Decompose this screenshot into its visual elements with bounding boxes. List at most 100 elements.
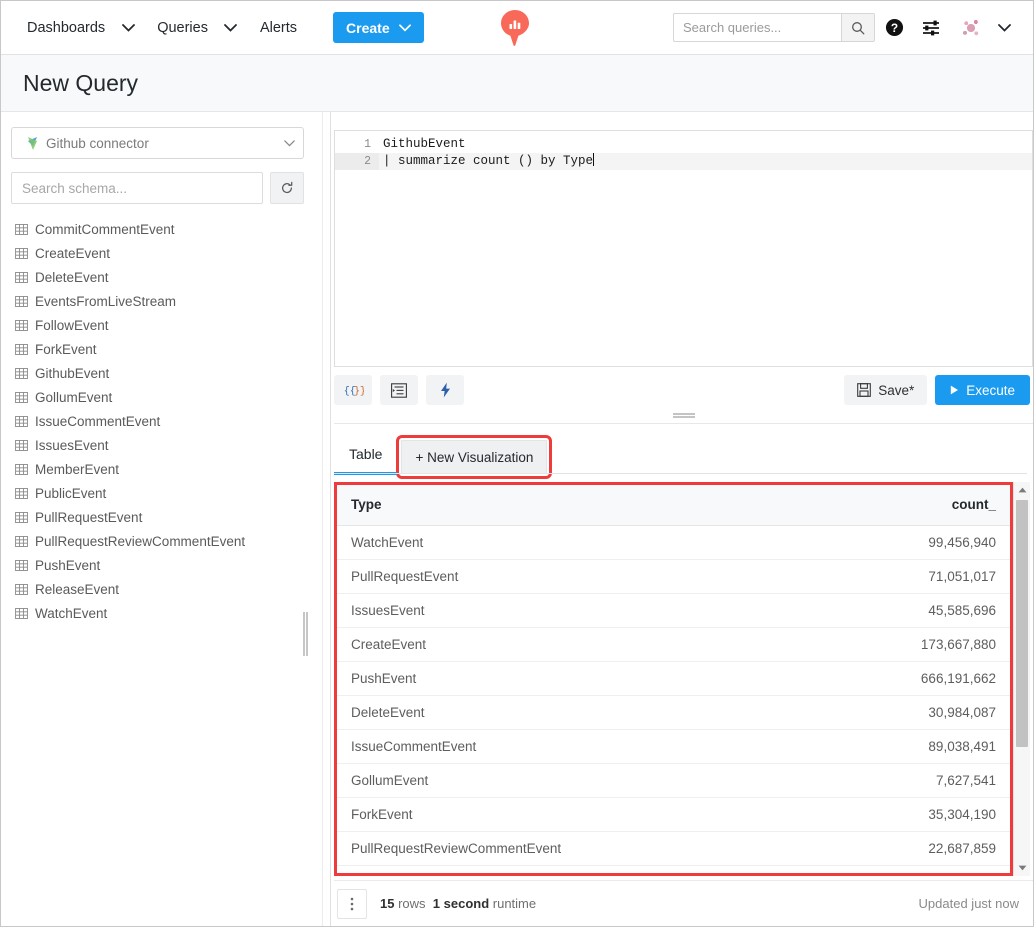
sidebar-resize-handle[interactable] [303,612,308,656]
schema-table-list: CommitCommentEvent CreateEvent DeleteEve… [1,217,330,625]
search-button[interactable] [841,13,875,42]
schema-item-label: CreateEvent [35,246,110,261]
schema-item[interactable]: FollowEvent [15,313,330,337]
help-circle-icon: ? [885,18,904,37]
column-header-type[interactable]: Type [337,485,674,525]
schema-search-input[interactable] [11,172,263,204]
table-grid-icon [15,511,28,524]
schema-item[interactable]: PullRequestEvent [15,505,330,529]
schema-item[interactable]: EventsFromLiveStream [15,289,330,313]
page-title: New Query [23,70,138,97]
results-vertical-scrollbar[interactable] [1013,482,1030,876]
schema-item[interactable]: ForkEvent [15,337,330,361]
results-menu-button[interactable] [337,889,367,919]
tab-table[interactable]: Table [334,434,397,474]
schema-item[interactable]: DeleteEvent [15,265,330,289]
column-header-count[interactable]: count_ [674,485,1011,525]
nav-item-alerts[interactable]: Alerts [256,14,301,42]
table-grid-icon [15,535,28,548]
schema-item[interactable]: MemberEvent [15,457,330,481]
user-menu-chevron-down-icon[interactable] [991,24,1017,32]
table-grid-icon [15,391,28,404]
cell-count: 71,051,017 [674,559,1011,593]
table-row[interactable]: PushEvent 666,191,662 [337,661,1010,695]
schema-item[interactable]: CommitCommentEvent [15,217,330,241]
scrollbar-thumb[interactable] [1016,500,1028,747]
editor-toolbar: {{ }} [334,375,1033,405]
app-logo-speech-bubble-chart-icon[interactable] [496,8,534,48]
cell-type: IssueCommentEvent [337,729,674,763]
table-row[interactable]: IssuesEvent 45,585,696 [337,593,1010,627]
search-input[interactable] [673,13,841,42]
schema-item-label: PublicEvent [35,486,106,501]
table-grid-icon [15,463,28,476]
save-button[interactable]: Save* [844,375,927,405]
table-row[interactable]: DeleteEvent 30,984,087 [337,695,1010,729]
cell-count: 7,627,541 [674,763,1011,797]
table-row[interactable]: WatchEvent 99,456,940 [337,525,1010,559]
settings-button[interactable] [913,9,951,47]
table-row[interactable]: GollumEvent 7,627,541 [337,763,1010,797]
nav-dashboards-chevron-down-icon[interactable] [115,24,141,32]
schema-item[interactable]: PullRequestReviewCommentEvent [15,529,330,553]
svg-text:?: ? [890,21,897,35]
table-grid-icon [15,583,28,596]
editor-actions: Save* Execute [844,375,1033,405]
schema-item[interactable]: CreateEvent [15,241,330,265]
cell-type: ForkEvent [337,797,674,831]
schema-search-row [11,172,304,204]
table-row[interactable]: CreateEvent 173,667,880 [337,627,1010,661]
avatar[interactable] [959,16,983,40]
nav-item-dashboards[interactable]: Dashboards [23,14,109,42]
schema-item-label: PullRequestEvent [35,510,142,525]
schema-item[interactable]: WatchEvent [15,601,330,625]
sidebar-scroll-track[interactable] [322,112,323,926]
help-button[interactable]: ? [875,9,913,47]
table-grid-icon [15,319,28,332]
table-row[interactable]: ForkEvent 35,304,190 [337,797,1010,831]
tab-new-visualization[interactable]: + New Visualization [401,440,547,474]
editor-line-number-gutter: 1 2 [335,131,379,366]
table-grid-icon [15,271,28,284]
schema-item-label: WatchEvent [35,606,107,621]
cell-type: PushEvent [337,661,674,695]
schema-item[interactable]: PushEvent [15,553,330,577]
table-row[interactable]: PullRequestReviewCommentEvent 22,687,859 [337,831,1010,865]
schema-item[interactable]: IssueCommentEvent [15,409,330,433]
table-grid-icon [15,415,28,428]
kebab-menu-icon [350,896,354,912]
editor-code-area[interactable]: GithubEvent | summarize count () by Type [379,131,1032,366]
scroll-down-arrow-icon[interactable] [1014,860,1030,876]
table-row[interactable]: PullRequestEvent 71,051,017 [337,559,1010,593]
format-query-button[interactable] [380,375,418,405]
cell-count: 89,038,491 [674,729,1011,763]
schema-item[interactable]: IssuesEvent [15,433,330,457]
query-editor[interactable]: 1 2 GithubEvent | summarize count () by … [334,130,1033,367]
cell-type: CreateEvent [337,627,674,661]
splitter-grip[interactable] [673,413,695,418]
create-button[interactable]: Create [333,12,424,43]
refresh-schema-button[interactable] [270,172,304,204]
top-navigation-bar: Dashboards Queries Alerts Create [1,1,1033,55]
connector-select[interactable]: Github connector [11,127,304,159]
scroll-up-arrow-icon[interactable] [1014,482,1030,498]
cell-type: WatchEvent [337,525,674,559]
nav-queries-chevron-down-icon[interactable] [218,24,244,32]
schema-item[interactable]: ReleaseEvent [15,577,330,601]
table-row[interactable]: IssueCommentEvent 89,038,491 [337,729,1010,763]
schema-item[interactable]: PublicEvent [15,481,330,505]
page-header: New Query [1,55,1033,112]
schema-item-label: IssueCommentEvent [35,414,160,429]
quick-action-button[interactable] [426,375,464,405]
execute-button[interactable]: Execute [935,375,1030,405]
schema-item[interactable]: GollumEvent [15,385,330,409]
table-grid-icon [15,559,28,572]
results-tabs: Table + New Visualization [334,424,1033,474]
schema-item-label: CommitCommentEvent [35,222,175,237]
table-grid-icon [15,367,28,380]
nav-item-queries[interactable]: Queries [153,14,212,42]
schema-item[interactable]: GithubEvent [15,361,330,385]
parameters-button[interactable]: {{ }} [334,375,372,405]
code-line-text: | summarize count () by Type [383,154,593,168]
rows-label: rows [398,896,425,911]
